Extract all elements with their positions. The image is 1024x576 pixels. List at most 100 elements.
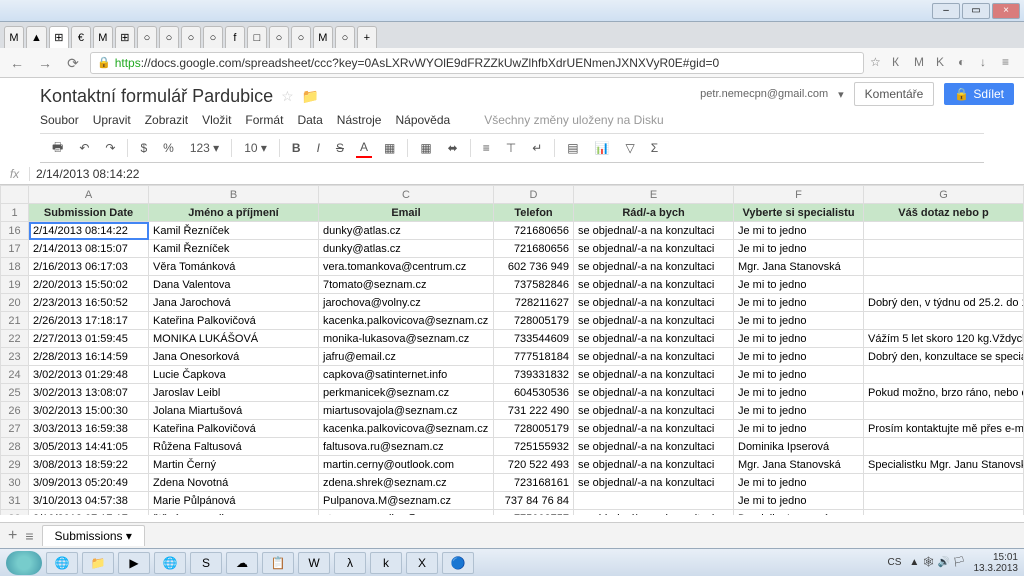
- cell[interactable]: Jaroslav Leibl: [149, 384, 319, 402]
- row-header[interactable]: 24: [1, 366, 29, 384]
- cell[interactable]: se objednal/-a na konzultaci: [574, 258, 734, 276]
- ext-icon[interactable]: К: [892, 55, 908, 71]
- ext-icon[interactable]: K: [936, 55, 952, 71]
- window-minimize-button[interactable]: –: [932, 3, 960, 19]
- back-button[interactable]: ←: [6, 52, 28, 74]
- cell[interactable]: 775003757: [494, 510, 574, 516]
- cell[interactable]: Dana Valentova: [149, 276, 319, 294]
- formula-input[interactable]: 2/14/2013 08:14:22: [30, 167, 139, 181]
- cell[interactable]: 604530536: [494, 384, 574, 402]
- cell[interactable]: 721680656: [494, 222, 574, 240]
- cell[interactable]: Je mi to jedno: [734, 222, 864, 240]
- row-header[interactable]: 16: [1, 222, 29, 240]
- row-header[interactable]: 22: [1, 330, 29, 348]
- cell[interactable]: stepanova.galina@seznam.cz: [319, 510, 494, 516]
- url-input[interactable]: 🔒 https://docs.google.com/spreadsheet/cc…: [90, 52, 864, 74]
- browser-tab[interactable]: M: [93, 26, 113, 48]
- header-cell[interactable]: Email: [319, 204, 494, 222]
- cell[interactable]: 3/02/2013 01:29:48: [29, 366, 149, 384]
- cell[interactable]: se objednal/-a na konzultaci: [574, 366, 734, 384]
- column-header[interactable]: A: [29, 186, 149, 204]
- cell[interactable]: 3/10/2013 07:17:17: [29, 510, 149, 516]
- header-cell[interactable]: Vyberte si specialistu: [734, 204, 864, 222]
- insert-icon[interactable]: ▤: [563, 139, 582, 157]
- cell[interactable]: se objednal/-a na konzultaci: [574, 456, 734, 474]
- taskbar-icon[interactable]: k: [370, 552, 402, 574]
- column-header[interactable]: C: [319, 186, 494, 204]
- cell[interactable]: 7tomato@seznam.cz: [319, 276, 494, 294]
- taskbar-icon[interactable]: 🌐: [46, 552, 78, 574]
- tray-lang[interactable]: CS: [888, 557, 902, 568]
- taskbar-icon[interactable]: λ: [334, 552, 366, 574]
- cell[interactable]: 733544609: [494, 330, 574, 348]
- cell[interactable]: 723168161: [494, 474, 574, 492]
- cell[interactable]: 731 222 490: [494, 402, 574, 420]
- browser-tab[interactable]: +: [357, 26, 377, 48]
- taskbar-icon[interactable]: S: [190, 552, 222, 574]
- cell[interactable]: faltusova.ru@seznam.cz: [319, 438, 494, 456]
- window-maximize-button[interactable]: ▭: [962, 3, 990, 19]
- italic-button[interactable]: I: [313, 139, 324, 157]
- cell[interactable]: Prosím kontaktujte mě přes e-mai: [864, 420, 1024, 438]
- percent-button[interactable]: %: [159, 139, 178, 157]
- select-all-cell[interactable]: [1, 186, 29, 204]
- cell[interactable]: [864, 366, 1024, 384]
- menu-file[interactable]: Soubor: [40, 113, 79, 127]
- browser-tab[interactable]: ○: [269, 26, 289, 48]
- cell[interactable]: 2/14/2013 08:15:07: [29, 240, 149, 258]
- menu-insert[interactable]: Vložit: [202, 113, 231, 127]
- cell[interactable]: monika-lukasova@seznam.cz: [319, 330, 494, 348]
- cell[interactable]: Jolana Miartušová: [149, 402, 319, 420]
- cell[interactable]: 3/09/2013 05:20:49: [29, 474, 149, 492]
- taskbar-icon[interactable]: 📁: [82, 552, 114, 574]
- taskbar-icon[interactable]: X: [406, 552, 438, 574]
- cell[interactable]: dunky@atlas.cz: [319, 240, 494, 258]
- cell[interactable]: 2/14/2013 08:14:22: [29, 222, 149, 240]
- cell[interactable]: 721680656: [494, 240, 574, 258]
- account-email[interactable]: petr.nemecpn@gmail.com: [700, 88, 828, 100]
- cell[interactable]: Kamil Řezníček: [149, 240, 319, 258]
- star-icon[interactable]: ☆: [281, 88, 294, 105]
- menu-icon[interactable]: ≡: [1002, 55, 1018, 71]
- taskbar-icon[interactable]: 🔵: [442, 552, 474, 574]
- cell[interactable]: Vážím 5 let skoro 120 kg.Vždycky j: [864, 330, 1024, 348]
- cell[interactable]: Marie Půlpánová: [149, 492, 319, 510]
- spreadsheet-grid[interactable]: ABCDEFG1Submission DateJméno a příjmeníE…: [0, 185, 1024, 515]
- browser-tab[interactable]: ○: [335, 26, 355, 48]
- cell[interactable]: 728005179: [494, 312, 574, 330]
- header-cell[interactable]: Telefon: [494, 204, 574, 222]
- cell[interactable]: capkova@satinternet.info: [319, 366, 494, 384]
- browser-tab[interactable]: ○: [291, 26, 311, 48]
- cell[interactable]: 2/23/2013 16:50:52: [29, 294, 149, 312]
- browser-tab[interactable]: M: [4, 26, 24, 48]
- cell[interactable]: se objednal/-a na konzultaci: [574, 294, 734, 312]
- cell[interactable]: Je mi to jedno: [734, 348, 864, 366]
- cell[interactable]: se objednal/-a na konzultaci: [574, 510, 734, 516]
- header-cell[interactable]: Submission Date: [29, 204, 149, 222]
- menu-tools[interactable]: Nástroje: [337, 113, 382, 127]
- cell[interactable]: Dominika Ipserová: [734, 510, 864, 516]
- reload-button[interactable]: ⟳: [62, 52, 84, 74]
- cell[interactable]: Kateřina Palkovičová: [149, 312, 319, 330]
- column-header[interactable]: G: [864, 186, 1024, 204]
- cell[interactable]: Je mi to jedno: [734, 366, 864, 384]
- ext-icon[interactable]: ↓: [980, 55, 996, 71]
- window-close-button[interactable]: ×: [992, 3, 1020, 19]
- cell[interactable]: 728211627: [494, 294, 574, 312]
- cell[interactable]: [864, 240, 1024, 258]
- row-header[interactable]: 31: [1, 492, 29, 510]
- cell[interactable]: vera.tomankova@centrum.cz: [319, 258, 494, 276]
- cell[interactable]: Je mi to jedno: [734, 384, 864, 402]
- star-icon[interactable]: ☆: [870, 55, 886, 71]
- browser-tab[interactable]: M: [313, 26, 333, 48]
- cell[interactable]: Dobrý den, konzultace se speciali: [864, 348, 1024, 366]
- cell[interactable]: 3/02/2013 15:00:30: [29, 402, 149, 420]
- cell[interactable]: [864, 312, 1024, 330]
- cell[interactable]: se objednal/-a na konzultaci: [574, 240, 734, 258]
- strike-button[interactable]: S: [332, 139, 348, 157]
- bold-button[interactable]: B: [288, 139, 305, 157]
- cell[interactable]: Je mi to jedno: [734, 330, 864, 348]
- row-header[interactable]: 29: [1, 456, 29, 474]
- add-sheet-button[interactable]: +: [8, 527, 17, 545]
- cell[interactable]: Růžena Faltusová: [149, 438, 319, 456]
